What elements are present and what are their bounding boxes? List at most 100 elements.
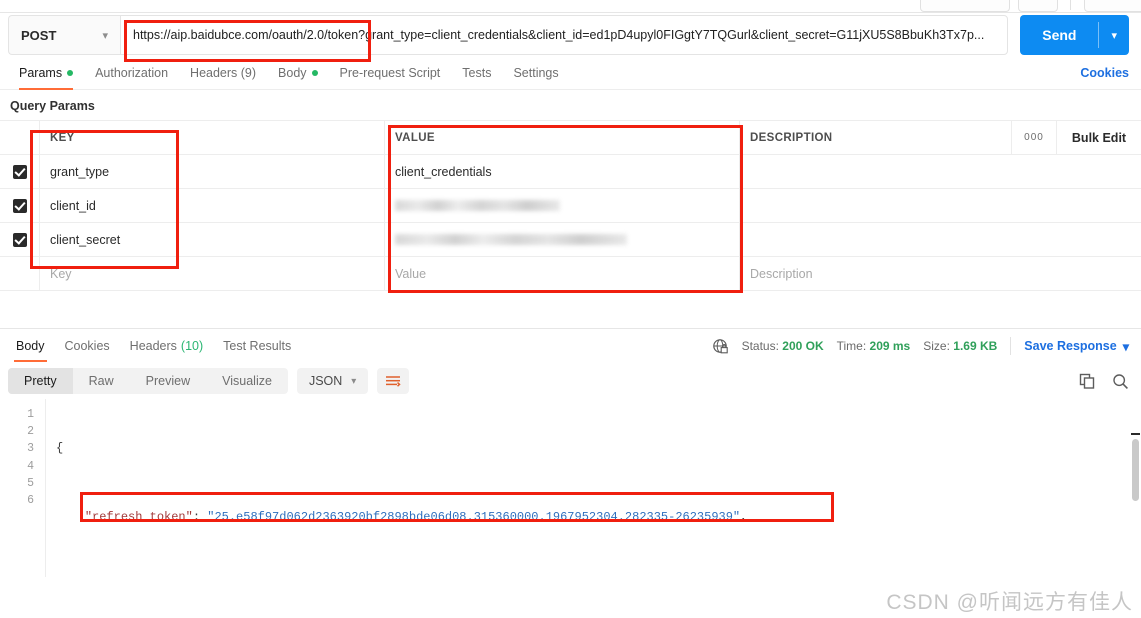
- code-line-1: {: [56, 440, 1123, 457]
- bulk-edit-button[interactable]: Bulk Edit: [1056, 121, 1141, 154]
- cookies-link[interactable]: Cookies: [1080, 66, 1129, 80]
- save-response-button[interactable]: Save Response ▾: [1024, 339, 1129, 354]
- query-params-title: Query Params: [10, 99, 95, 113]
- response-headers-count: (10): [180, 339, 204, 353]
- format-raw-button[interactable]: Raw: [73, 368, 130, 394]
- response-tab-cookies-label: Cookies: [64, 339, 110, 353]
- line-number: 1: [27, 408, 34, 421]
- response-tab-headers[interactable]: Headers (10): [120, 329, 213, 363]
- size-label: Size: 1.69 KB: [923, 339, 997, 353]
- save-response-label: Save Response: [1024, 339, 1117, 353]
- request-tabs: Params Authorization Headers (9) Body Pr…: [0, 57, 1141, 90]
- tab-headers[interactable]: Headers (9): [179, 57, 267, 89]
- row-key-input[interactable]: grant_type: [40, 155, 385, 188]
- tab-pre-request-script[interactable]: Pre-request Script: [329, 57, 452, 89]
- tab-params[interactable]: Params: [8, 57, 84, 90]
- send-button-label: Send: [1042, 27, 1077, 43]
- params-indicator-dot-icon: [67, 70, 74, 76]
- response-tab-body-label: Body: [16, 339, 45, 353]
- line-number: 5: [27, 476, 34, 490]
- time-label: Time: 209 ms: [837, 339, 911, 353]
- response-tab-test-results[interactable]: Test Results: [213, 329, 301, 363]
- row-checkbox-cell: [0, 257, 40, 290]
- row-key-input[interactable]: client_id: [40, 189, 385, 222]
- chevron-down-icon: ▾: [351, 375, 357, 387]
- column-header-value: VALUE: [385, 121, 740, 154]
- row-description-input[interactable]: [740, 189, 1141, 222]
- format-preview-button[interactable]: Preview: [130, 368, 206, 394]
- http-method-label: POST: [21, 27, 57, 43]
- toolbar-ghost-button-2[interactable]: [1018, 0, 1058, 12]
- http-method-select[interactable]: POST ▾: [8, 15, 120, 55]
- send-button[interactable]: Send ▾: [1020, 15, 1129, 55]
- scrollbar-thumb[interactable]: [1132, 439, 1139, 501]
- column-header-description: DESCRIPTION: [750, 131, 833, 144]
- header-checkbox-cell: [0, 121, 40, 154]
- key-refresh-token: "refresh_token": [84, 510, 193, 525]
- table-header-tools: 000 Bulk Edit: [1011, 121, 1141, 154]
- row-checkbox[interactable]: [12, 232, 27, 247]
- tab-headers-label: Headers (9): [190, 66, 257, 80]
- tab-tests[interactable]: Tests: [451, 57, 502, 89]
- new-value-input[interactable]: Value: [385, 257, 740, 290]
- csdn-watermark: CSDN @听闻远方有佳人: [886, 591, 1133, 614]
- response-tab-cookies[interactable]: Cookies: [55, 329, 120, 363]
- response-format-segments: Pretty Raw Preview Visualize: [8, 368, 288, 394]
- row-description-input[interactable]: [740, 155, 1141, 188]
- toolbar-ghost-button-3[interactable]: [1084, 0, 1141, 12]
- row-value-input-masked[interactable]: [385, 223, 740, 256]
- response-language-select[interactable]: JSON ▾: [296, 368, 369, 394]
- globe-lock-icon: [712, 338, 729, 355]
- url-input[interactable]: https://aip.baidubce.com/oauth/2.0/token…: [120, 15, 1009, 55]
- toolbar-ghost-button-1[interactable]: [920, 0, 1010, 12]
- tab-authorization[interactable]: Authorization: [84, 57, 179, 89]
- code-line-2: "refresh_token": "25.e58f97d062d2363920b…: [56, 509, 1123, 526]
- format-visualize-button[interactable]: Visualize: [206, 368, 288, 394]
- status-badge: 200 OK: [782, 339, 824, 353]
- row-checkbox-cell: [0, 223, 40, 256]
- copy-icon[interactable]: [1079, 373, 1096, 390]
- line-number: 4: [27, 459, 34, 473]
- new-key-input[interactable]: Key: [40, 257, 385, 290]
- search-icon[interactable]: [1112, 373, 1129, 390]
- tab-settings-label: Settings: [513, 66, 559, 80]
- masked-value-icon: [395, 200, 560, 211]
- row-checkbox[interactable]: [12, 164, 27, 179]
- wrap-lines-icon: [386, 376, 401, 387]
- line-number-gutter: 1 2 3 4 5 6: [0, 399, 46, 577]
- response-format-bar: Pretty Raw Preview Visualize JSON ▾: [0, 363, 1141, 399]
- response-tabs: Body Cookies Headers (10) Test Results S…: [0, 329, 1141, 363]
- row-value-input[interactable]: client_credentials: [385, 155, 740, 188]
- new-description-input[interactable]: Description: [740, 257, 1141, 290]
- table-row: client_id: [0, 189, 1141, 223]
- toolbar-divider: [1070, 0, 1071, 10]
- row-key-input[interactable]: client_secret: [40, 223, 385, 256]
- code-scrollbar[interactable]: [1131, 403, 1140, 573]
- meta-divider: [1010, 337, 1012, 355]
- more-options-icon[interactable]: 000: [1011, 121, 1056, 154]
- table-row-empty: Key Value Description: [0, 257, 1141, 290]
- tab-body-label: Body: [278, 66, 307, 80]
- table-header-row: KEY VALUE DESCRIPTION 000 Bulk Edit: [0, 121, 1141, 155]
- send-options-chevron-icon[interactable]: ▾: [1099, 15, 1129, 55]
- row-value-input-masked[interactable]: [385, 189, 740, 222]
- format-pretty-button[interactable]: Pretty: [8, 368, 73, 394]
- tab-settings[interactable]: Settings: [502, 57, 569, 89]
- row-checkbox-cell: [0, 189, 40, 222]
- row-checkbox[interactable]: [12, 198, 27, 213]
- tab-pre-request-script-label: Pre-request Script: [339, 66, 441, 80]
- response-body-code[interactable]: 1 2 3 4 5 6 { "refresh_token": "25.e58f9…: [0, 399, 1141, 577]
- response-language-label: JSON: [308, 374, 343, 388]
- size-text: Size:: [923, 339, 950, 353]
- body-indicator-dot-icon: [311, 70, 318, 76]
- tab-params-label: Params: [19, 66, 63, 80]
- wrap-lines-button[interactable]: [377, 368, 410, 394]
- url-input-wrapper: https://aip.baidubce.com/oauth/2.0/token…: [120, 15, 1009, 55]
- comma: ,: [740, 510, 748, 525]
- tab-body[interactable]: Body: [267, 57, 329, 89]
- response-actions: [1079, 373, 1129, 390]
- code-content: { "refresh_token": "25.e58f97d062d236392…: [46, 399, 1123, 577]
- response-tab-body[interactable]: Body: [6, 329, 55, 363]
- line-number: 3: [27, 442, 34, 456]
- row-description-input[interactable]: [740, 223, 1141, 256]
